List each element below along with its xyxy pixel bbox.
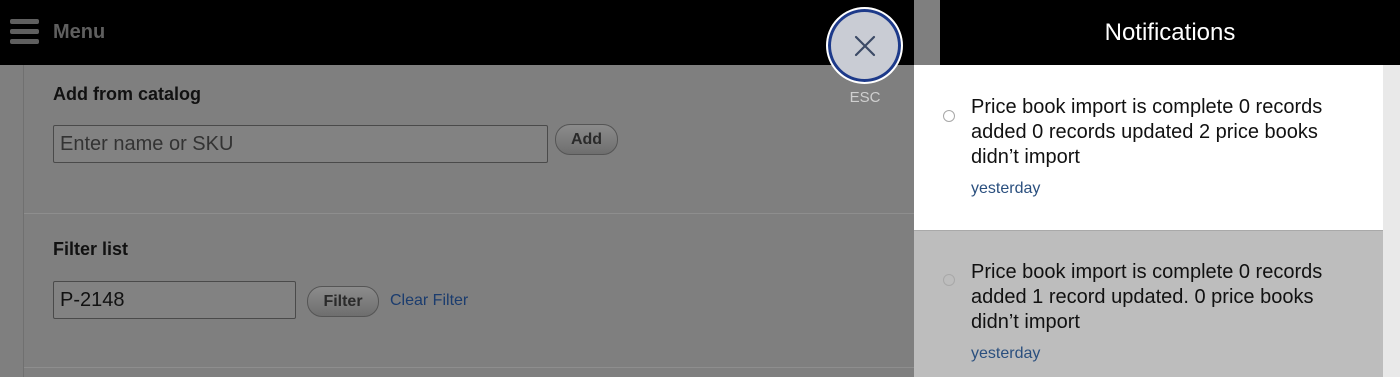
close-icon <box>854 35 875 56</box>
notification-time: yesterday <box>971 345 1041 362</box>
notification-text: Price book import is complete 0 records … <box>971 96 1323 168</box>
notification-time: yesterday <box>971 180 1041 197</box>
notification-item[interactable]: Price book import is complete 0 records … <box>914 65 1383 230</box>
notification-text: Price book import is complete 0 records … <box>971 261 1323 333</box>
hamburger-icon <box>10 18 39 46</box>
panel-edge <box>914 0 940 65</box>
page-content: Add from catalog Add Filter list Filter … <box>0 65 914 377</box>
notification-item[interactable]: Price book import is complete 0 records … <box>914 231 1383 377</box>
close-button[interactable] <box>826 7 903 84</box>
notifications-title: Notifications <box>940 0 1400 65</box>
catalog-search-input[interactable] <box>53 125 548 163</box>
unread-dot-icon[interactable] <box>943 110 955 122</box>
esc-label: ESC <box>849 89 881 106</box>
add-button[interactable]: Add <box>555 124 618 155</box>
scrollbar-track[interactable] <box>1383 65 1400 377</box>
filter-button[interactable]: Filter <box>307 286 379 317</box>
catalog-section-title: Add from catalog <box>53 84 202 104</box>
menu-label: Menu <box>53 20 106 43</box>
section-divider <box>24 213 914 214</box>
filter-input[interactable] <box>53 281 296 319</box>
clear-filter-link[interactable]: Clear Filter <box>390 292 468 310</box>
unread-dot-icon[interactable] <box>943 274 955 286</box>
section-divider <box>24 367 914 368</box>
left-border <box>23 65 24 377</box>
notifications-panel: Notifications Price book import is compl… <box>914 0 1400 377</box>
filter-section-title: Filter list <box>53 239 129 259</box>
menu-button[interactable]: Menu <box>10 16 105 48</box>
top-bar: Menu <box>0 0 940 65</box>
